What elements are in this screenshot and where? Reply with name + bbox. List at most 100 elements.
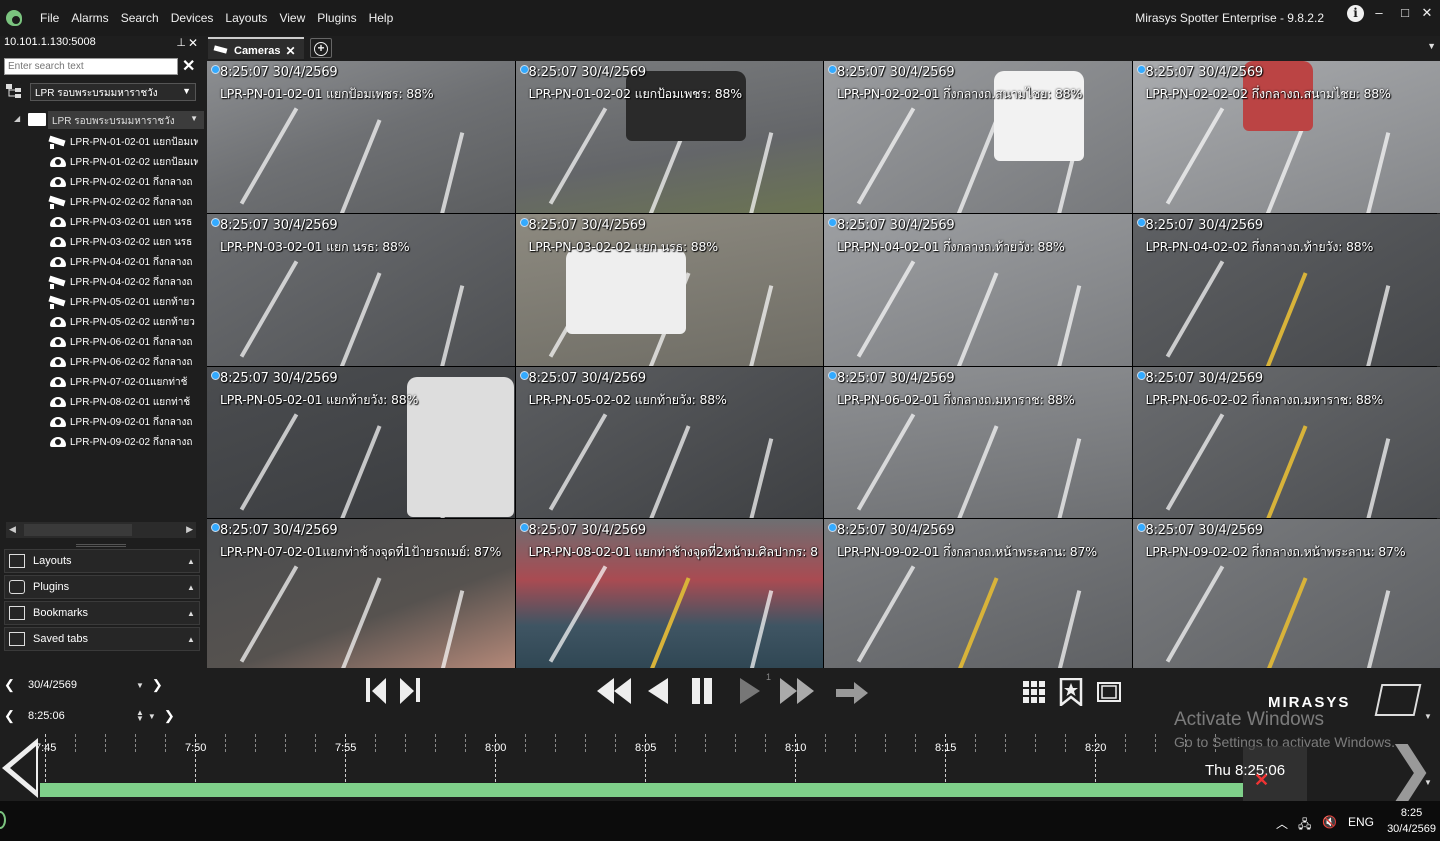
- network-icon[interactable]: 🖧: [1298, 815, 1311, 836]
- date-value[interactable]: 30/4/2569: [18, 679, 136, 691]
- camera-list-item[interactable]: LPR-PN-09-02-01 กึ่งกลางถ: [48, 412, 198, 432]
- info-icon[interactable]: i: [1347, 5, 1364, 22]
- bookmark-add-icon[interactable]: [1059, 678, 1083, 706]
- chevron-down-icon[interactable]: ▼: [136, 681, 144, 690]
- menu-alarms[interactable]: Alarms: [65, 11, 114, 25]
- menu-file[interactable]: File: [34, 11, 65, 25]
- recorded-range-bar[interactable]: [40, 783, 1243, 797]
- fast-forward-button[interactable]: [780, 678, 814, 708]
- date-next-icon[interactable]: ❯: [152, 677, 166, 693]
- grid-layout-icon[interactable]: [1022, 680, 1046, 704]
- camera-timestamp: 8:25:07 30/4/2569: [220, 217, 338, 233]
- camera-tile[interactable]: 8:25:07 30/4/2569 LPR-PN-09-02-01 กึ่งกลา…: [824, 519, 1132, 671]
- camera-list-item[interactable]: LPR-PN-01-02-01 แยกป้อมเพ: [48, 132, 198, 152]
- camera-list-item[interactable]: LPR-PN-07-02-01แยกท่าช้: [48, 372, 198, 392]
- camera-tile[interactable]: 8:25:07 30/4/2569 LPR-PN-03-02-01 แยก นรธ…: [207, 213, 515, 366]
- camera-list-item[interactable]: LPR-PN-03-02-01 แยก นรธ: [48, 212, 198, 232]
- accordion-layouts[interactable]: Layouts ▲: [4, 549, 200, 573]
- camera-tile[interactable]: 8:25:07 30/4/2569 LPR-PN-05-02-02 แยกท้าย…: [515, 366, 823, 519]
- tab-menu-icon[interactable]: ▼: [1427, 41, 1436, 51]
- tree-view-icon[interactable]: [6, 84, 22, 98]
- go-live-button[interactable]: [836, 680, 870, 710]
- pin-icon[interactable]: ⊥: [176, 36, 186, 49]
- fast-rewind-button[interactable]: [597, 678, 631, 708]
- camera-tile[interactable]: 8:25:07 30/4/2569 LPR-PN-05-02-01 แยกท้าย…: [207, 366, 515, 519]
- camera-list-item[interactable]: LPR-PN-06-02-01 กึ่งกลางถ: [48, 332, 198, 352]
- camera-tile[interactable]: 8:25:07 30/4/2569 LPR-PN-01-02-02 แยกป้อม…: [515, 61, 823, 213]
- clear-search-icon[interactable]: ✕: [182, 56, 195, 76]
- camera-tile[interactable]: 8:25:07 30/4/2569 LPR-PN-06-02-01 กึ่งกลา…: [824, 366, 1132, 519]
- device-search-input[interactable]: [4, 58, 178, 75]
- close-tab-icon[interactable]: ✕: [285, 44, 295, 58]
- camera-tile[interactable]: 8:25:07 30/4/2569 LPR-PN-01-02-01 แยกป้อม…: [207, 61, 515, 213]
- collapse-icon[interactable]: ◢: [14, 114, 20, 123]
- camera-tile[interactable]: 8:25:07 30/4/2569 LPR-PN-04-02-02 กึ่งกลา…: [1132, 213, 1440, 366]
- close-panel-icon[interactable]: ✕: [188, 36, 198, 50]
- maximize-button[interactable]: □: [1394, 4, 1416, 22]
- minimize-button[interactable]: –: [1368, 4, 1390, 22]
- camera-tile[interactable]: 8:25:07 30/4/2569 LPR-PN-06-02-02 กึ่งกลา…: [1132, 366, 1440, 519]
- accordion-bookmarks[interactable]: Bookmarks ▲: [4, 601, 200, 625]
- speaker-muted-icon[interactable]: 🔇: [1322, 815, 1337, 829]
- menu-plugins[interactable]: Plugins: [311, 11, 362, 25]
- scroll-thumb[interactable]: [24, 524, 132, 536]
- language-indicator[interactable]: ENG: [1348, 815, 1374, 829]
- timeline-minor-tick: [315, 734, 316, 752]
- scroll-right-icon[interactable]: ▶: [186, 524, 193, 535]
- taskbar-app-icon[interactable]: [0, 811, 6, 829]
- camera-list-item[interactable]: LPR-PN-08-02-01 แยกท่าช้: [48, 392, 198, 412]
- camera-tile[interactable]: 8:25:07 30/4/2569 LPR-PN-02-02-01 กึ่งกลา…: [824, 61, 1132, 213]
- filmstrip-icon[interactable]: [1097, 680, 1121, 704]
- site-select[interactable]: LPR รอบพระบรมมหาราชวัง ▼: [30, 83, 196, 101]
- timeline-back-icon[interactable]: [2, 738, 38, 798]
- menu-help[interactable]: Help: [363, 11, 400, 25]
- chevron-down-icon[interactable]: ▼: [148, 712, 156, 721]
- camera-tile[interactable]: 8:25:07 30/4/2569 LPR-PN-09-02-02 กึ่งกลา…: [1132, 519, 1440, 671]
- camera-list-item[interactable]: LPR-PN-02-02-01 กึ่งกลางถ: [48, 172, 198, 192]
- camera-list-item[interactable]: LPR-PN-02-02-02 กึ่งกลางถ: [48, 192, 198, 212]
- camera-list-item[interactable]: LPR-PN-06-02-02 กึ่งกลางถ: [48, 352, 198, 372]
- menu-layouts[interactable]: Layouts: [219, 11, 273, 25]
- camera-list-item[interactable]: LPR-PN-03-02-02 แยก นรธ: [48, 232, 198, 252]
- camera-list-item[interactable]: LPR-PN-01-02-02 แยกป้อมเพ: [48, 152, 198, 172]
- camera-list-item[interactable]: LPR-PN-09-02-02 กึ่งกลางถ: [48, 432, 198, 452]
- menu-search[interactable]: Search: [115, 11, 165, 25]
- camera-list-item[interactable]: LPR-PN-04-02-02 กึ่งกลางถ: [48, 272, 198, 292]
- time-spinner-icon[interactable]: ▲ ▼: [136, 709, 144, 723]
- step-forward-button[interactable]: [400, 678, 422, 708]
- horizontal-scrollbar[interactable]: ◀ ▶: [6, 522, 196, 538]
- play-reverse-button[interactable]: [648, 678, 668, 708]
- timeline-forward-icon[interactable]: ❯: [1386, 738, 1435, 798]
- time-value[interactable]: 8:25:06: [18, 710, 136, 722]
- panel-splitter[interactable]: [76, 544, 126, 547]
- add-tab-button[interactable]: +: [310, 38, 332, 58]
- step-back-icon: [372, 678, 386, 704]
- camera-tile[interactable]: 8:25:07 30/4/2569 LPR-PN-04-02-01 กึ่งกลา…: [824, 213, 1132, 366]
- camera-tile[interactable]: 8:25:07 30/4/2569 LPR-PN-02-02-02 กึ่งกลา…: [1132, 61, 1440, 213]
- date-prev-icon[interactable]: ❮: [4, 677, 18, 693]
- pause-button[interactable]: [690, 678, 714, 708]
- timeline[interactable]: Thu 8:25:06 ✕ ❯ ▼ 7:45 7:50 7:55 8:00 8:05 8:…: [0, 728, 1440, 802]
- scroll-left-icon[interactable]: ◀: [9, 524, 16, 535]
- time-next-icon[interactable]: ❯: [164, 708, 178, 724]
- accordion-saved-tabs[interactable]: Saved tabs ▲: [4, 627, 200, 651]
- camera-tile[interactable]: 8:25:07 30/4/2569 LPR-PN-03-02-02 แยก นรธ…: [515, 213, 823, 366]
- accordion-plugins[interactable]: Plugins ▲: [4, 575, 200, 599]
- camera-list-item[interactable]: LPR-PN-04-02-01 กึ่งกลางถ: [48, 252, 198, 272]
- menu-devices[interactable]: Devices: [165, 11, 220, 25]
- camera-list-item[interactable]: LPR-PN-05-02-01 แยกท้ายว: [48, 292, 198, 312]
- close-window-button[interactable]: ✕: [1416, 4, 1438, 22]
- play-button[interactable]: [740, 678, 760, 708]
- camera-tile[interactable]: 8:25:07 30/4/2569 LPR-PN-08-02-01 แยกท่าช…: [515, 519, 823, 671]
- time-prev-icon[interactable]: ❮: [4, 708, 18, 724]
- camera-group-label[interactable]: LPR รอบพระบรมมหาราชวัง ▼: [48, 111, 204, 129]
- menu-view[interactable]: View: [273, 11, 311, 25]
- taskbar-clock[interactable]: 8:25 30/4/2569: [1387, 805, 1436, 837]
- camera-list-item[interactable]: LPR-PN-05-02-02 แยกท้ายว: [48, 312, 198, 332]
- chevron-down-icon[interactable]: ▼: [1424, 712, 1432, 721]
- chevron-up-icon[interactable]: ︿: [1276, 815, 1288, 832]
- camera-tile[interactable]: 8:25:07 30/4/2569 LPR-PN-07-02-01แยกท่าช้…: [207, 519, 515, 671]
- step-back-button[interactable]: [364, 678, 386, 708]
- tab-cameras[interactable]: Cameras ✕: [208, 37, 304, 59]
- chevron-down-icon[interactable]: ▼: [1424, 778, 1432, 787]
